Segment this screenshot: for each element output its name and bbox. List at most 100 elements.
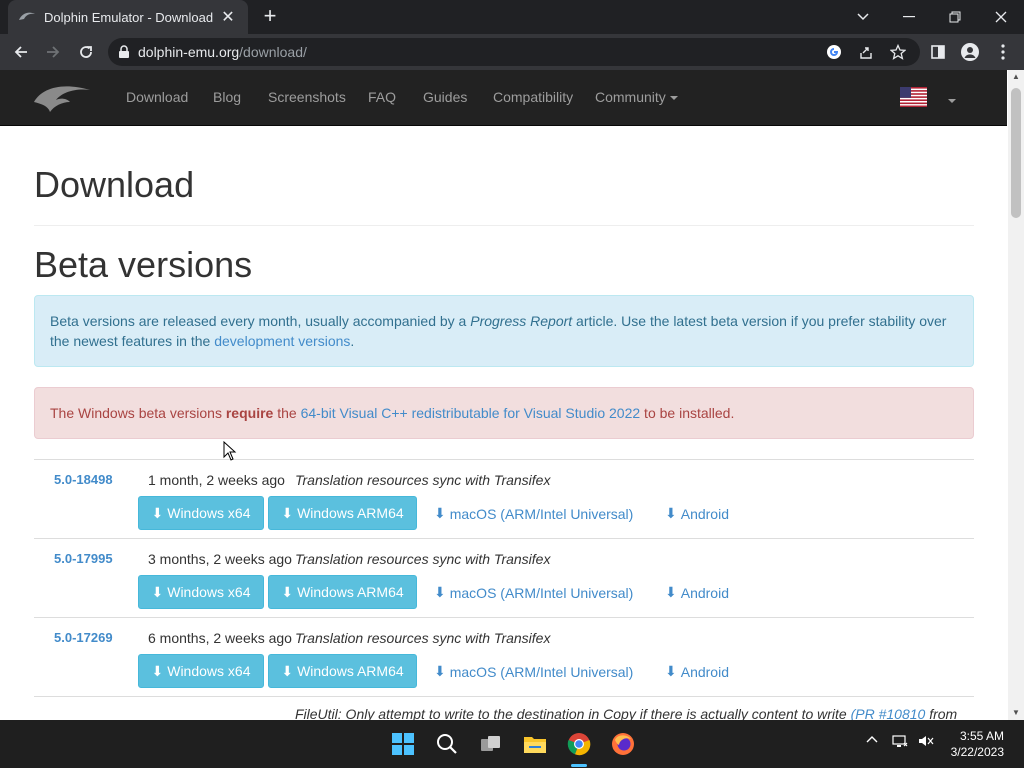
close-window-button[interactable]	[978, 0, 1024, 34]
button-label: Windows ARM64	[297, 663, 404, 679]
download-icon: ⬇	[434, 505, 446, 521]
new-tab-button[interactable]: +	[258, 5, 282, 29]
clock-date: 3/22/2023	[950, 745, 1004, 759]
lock-icon[interactable]	[118, 45, 130, 59]
profile-avatar-icon[interactable]	[958, 40, 982, 64]
version-age: 1 month, 2 weeks ago	[148, 472, 285, 488]
nav-guides[interactable]: Guides	[423, 89, 467, 105]
divider	[34, 225, 974, 226]
side-panel-icon[interactable]	[926, 40, 950, 64]
network-icon[interactable]	[892, 734, 908, 751]
language-caret-icon[interactable]	[948, 99, 956, 103]
windows-arm64-button[interactable]: ⬇ Windows ARM64	[268, 654, 417, 688]
url-path: /download/	[239, 44, 307, 60]
us-flag-icon[interactable]	[900, 87, 927, 107]
scroll-thumb[interactable]	[1011, 88, 1021, 218]
pr-link[interactable]: (PR #10810	[851, 706, 926, 720]
version-link[interactable]: 5.0-17995	[54, 551, 113, 566]
vc-redist-link[interactable]: 64-bit Visual C++ redistributable for Vi…	[301, 405, 641, 421]
tray-chevron-up-icon[interactable]	[866, 734, 878, 746]
link-label: macOS (ARM/Intel Universal)	[449, 663, 634, 680]
download-icon: ⬇	[151, 504, 164, 521]
windows-arm64-button[interactable]: ⬇ Windows ARM64	[268, 496, 417, 530]
reload-button[interactable]	[73, 39, 99, 65]
danger-alert: The Windows beta versions require the 64…	[34, 387, 974, 439]
nav-community-label: Community	[595, 89, 666, 105]
browser-toolbar: dolphin-emu.org/download/	[0, 34, 1024, 70]
danger-text-3: to be installed.	[640, 405, 735, 421]
download-icon: ⬇	[281, 583, 294, 600]
android-link[interactable]: ⬇ Android	[665, 505, 729, 522]
caret-down-icon	[669, 96, 678, 101]
taskbar-clock[interactable]: 3:55 AM 3/22/2023	[940, 728, 1004, 760]
nav-faq[interactable]: FAQ	[368, 89, 396, 105]
version-link[interactable]: 5.0-17269	[54, 630, 113, 645]
download-icon: ⬇	[665, 663, 677, 679]
android-link[interactable]: ⬇ Android	[665, 663, 729, 680]
nav-community[interactable]: Community	[595, 89, 678, 105]
task-view-icon[interactable]	[477, 730, 505, 758]
download-icon: ⬇	[434, 584, 446, 600]
browser-tab-active[interactable]: Dolphin Emulator - Download ✕	[8, 0, 248, 34]
clock-time: 3:55 AM	[959, 729, 1004, 743]
version-row: 5.0-18498 1 month, 2 weeks ago Translati…	[34, 459, 974, 538]
button-label: Windows x64	[167, 663, 251, 679]
button-label: Windows x64	[167, 505, 251, 521]
nav-compatibility[interactable]: Compatibility	[493, 89, 573, 105]
dolphin-favicon-icon	[19, 12, 35, 20]
windows-arm64-button[interactable]: ⬇ Windows ARM64	[268, 575, 417, 609]
menu-kebab-icon[interactable]	[991, 40, 1015, 64]
android-link[interactable]: ⬇ Android	[665, 584, 729, 601]
link-label: macOS (ARM/Intel Universal)	[449, 505, 634, 522]
share-icon[interactable]	[854, 40, 878, 64]
link-label: Android	[680, 584, 729, 601]
page-viewport: Download Blog Screenshots FAQ Guides Com…	[0, 70, 1008, 720]
site-navbar: Download Blog Screenshots FAQ Guides Com…	[0, 70, 1007, 126]
link-label: Android	[680, 505, 729, 522]
volume-muted-icon[interactable]	[918, 734, 934, 751]
download-icon: ⬇	[281, 662, 294, 679]
button-label: Windows x64	[167, 584, 251, 600]
firefox-icon[interactable]	[609, 730, 637, 758]
macos-link[interactable]: ⬇ macOS (ARM/Intel Universal)	[434, 584, 633, 601]
macos-link[interactable]: ⬇ macOS (ARM/Intel Universal)	[434, 505, 633, 522]
tab-search-icon[interactable]	[840, 0, 886, 34]
nav-blog[interactable]: Blog	[213, 89, 241, 105]
google-icon[interactable]	[822, 40, 846, 64]
section-title: Beta versions	[34, 244, 253, 285]
windows-x64-button[interactable]: ⬇ Windows x64	[138, 496, 264, 530]
back-button[interactable]	[8, 39, 34, 65]
version-message: Translation resources sync with Transife…	[295, 630, 551, 646]
forward-button[interactable]	[40, 39, 66, 65]
nav-download[interactable]: Download	[126, 89, 188, 105]
chrome-icon[interactable]	[565, 730, 593, 758]
version-row: 5.0-17269 6 months, 2 weeks ago Translat…	[34, 617, 974, 696]
cut-text-1: FileUtil: Only attempt to write to the d…	[295, 706, 851, 720]
button-label: Windows ARM64	[297, 505, 404, 521]
file-explorer-icon[interactable]	[521, 730, 549, 758]
search-icon[interactable]	[433, 730, 461, 758]
windows-start-icon[interactable]	[389, 730, 417, 758]
download-icon: ⬇	[151, 583, 164, 600]
dolphin-logo-icon[interactable]	[32, 80, 92, 114]
scroll-down-icon[interactable]: ▼	[1008, 706, 1024, 720]
cut-text-2: from	[925, 706, 958, 720]
bookmark-star-icon[interactable]	[886, 40, 910, 64]
info-text-1: Beta versions are released every month, …	[50, 313, 471, 329]
restore-button[interactable]	[932, 0, 978, 34]
windows-x64-button[interactable]: ⬇ Windows x64	[138, 654, 264, 688]
scroll-up-icon[interactable]: ▲	[1008, 70, 1024, 84]
nav-screenshots[interactable]: Screenshots	[268, 89, 346, 105]
danger-text-bold: require	[225, 405, 274, 421]
address-bar[interactable]: dolphin-emu.org/download/	[108, 38, 920, 66]
version-row: 5.0-17995 3 months, 2 weeks ago Translat…	[34, 538, 974, 617]
windows-x64-button[interactable]: ⬇ Windows x64	[138, 575, 264, 609]
page-scrollbar[interactable]: ▲ ▼	[1008, 70, 1024, 720]
development-versions-link[interactable]: development versions	[214, 333, 350, 349]
tab-close-icon[interactable]: ✕	[218, 7, 238, 27]
danger-text-2: the	[273, 405, 301, 421]
macos-link[interactable]: ⬇ macOS (ARM/Intel Universal)	[434, 663, 633, 680]
link-label: Android	[680, 663, 729, 680]
version-link[interactable]: 5.0-18498	[54, 472, 113, 487]
minimize-button[interactable]	[886, 0, 932, 34]
